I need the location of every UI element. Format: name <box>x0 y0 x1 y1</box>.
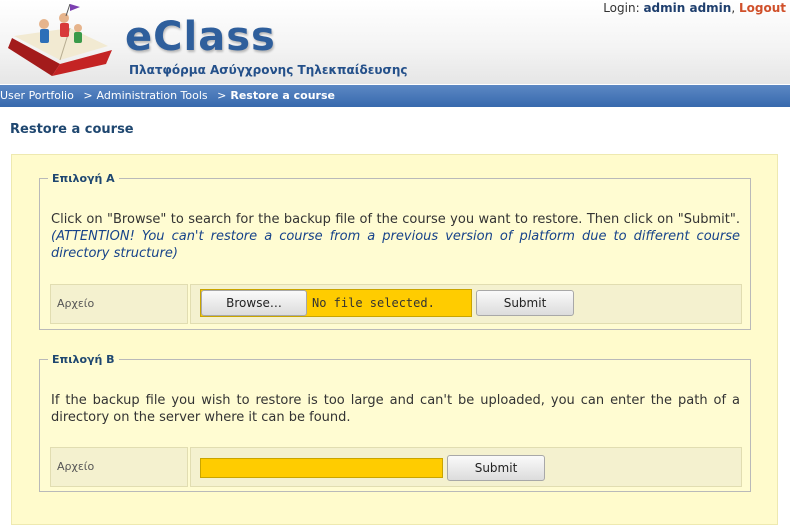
option-a-fieldset: Επιλογή A Click on "Browse" to search fo… <box>39 172 751 330</box>
option-a-legend: Επιλογή A <box>52 172 115 185</box>
eclass-logo-book-icon <box>8 4 112 76</box>
brand-tagline: Πλατφόρμα Ασύγχρονης Τηλεκπαίδευσης <box>129 63 408 77</box>
breadcrumb-user-portfolio[interactable]: User Portfolio <box>0 89 74 102</box>
option-b-legend: Επιλογή B <box>52 353 115 366</box>
option-a-submit-button[interactable]: Submit <box>476 290 574 316</box>
option-a-description: Click on "Browse" to search for the back… <box>51 211 740 262</box>
option-b-instructions: If the backup file you wish to restore i… <box>51 393 740 425</box>
breadcrumb-separator: > <box>83 89 93 102</box>
page-title: Restore a course <box>10 122 134 137</box>
brand-title: eClass <box>125 14 276 60</box>
option-b-fieldset: Επιλογή B If the backup file you wish to… <box>39 353 751 492</box>
user-name: admin admin <box>643 1 732 15</box>
breadcrumb-current: Restore a course <box>230 89 335 102</box>
file-status: No file selected. <box>312 296 435 310</box>
restore-panel: Επιλογή A Click on "Browse" to search fo… <box>11 154 778 525</box>
login-comma: , <box>731 1 736 15</box>
browse-button[interactable]: Browse… <box>201 290 307 316</box>
option-a-instructions: Click on "Browse" to search for the back… <box>51 212 740 227</box>
option-b-input-cell: Submit <box>190 447 742 487</box>
breadcrumb-administration-tools[interactable]: Administration Tools <box>97 89 208 102</box>
breadcrumb-separator: > <box>217 89 227 102</box>
option-a-warning: (ATTENTION! You can't restore a course f… <box>51 229 740 261</box>
logout-link[interactable]: Logout <box>739 1 786 15</box>
breadcrumb: User Portfolio > Administration Tools > Re… <box>0 85 790 107</box>
option-a-input-cell: Browse… No file selected. Submit <box>190 284 742 324</box>
header: eClass Πλατφόρμα Ασύγχρονης Τηλεκπαίδευσ… <box>0 0 790 84</box>
option-a-field-label: Αρχείο <box>50 284 188 324</box>
option-b-field-label: Αρχείο <box>50 447 188 487</box>
option-b-submit-button[interactable]: Submit <box>447 455 545 481</box>
login-label: Login: <box>603 1 640 15</box>
path-input[interactable] <box>200 458 443 478</box>
login-info: Login: admin admin, Logout <box>603 1 786 15</box>
file-input[interactable]: Browse… No file selected. <box>200 289 472 317</box>
